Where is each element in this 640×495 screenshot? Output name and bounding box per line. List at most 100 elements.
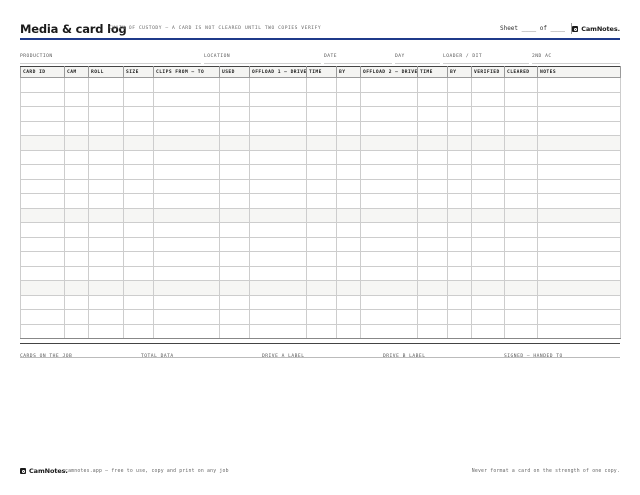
table-cell[interactable]: [306, 251, 337, 267]
table-cell[interactable]: [153, 207, 220, 223]
table-cell[interactable]: [417, 222, 448, 238]
table-cell[interactable]: [306, 178, 337, 194]
table-cell[interactable]: [360, 207, 418, 223]
table-cell[interactable]: [153, 251, 220, 267]
table-cell[interactable]: [336, 207, 361, 223]
table-cell[interactable]: [360, 323, 418, 339]
table-cell[interactable]: [504, 280, 538, 296]
table-cell[interactable]: [471, 251, 505, 267]
table-cell[interactable]: [471, 265, 505, 281]
table-cell[interactable]: [306, 120, 337, 136]
table-cell[interactable]: [471, 236, 505, 252]
table-cell[interactable]: [504, 265, 538, 281]
table-cell[interactable]: [504, 309, 538, 325]
table-cell[interactable]: [153, 77, 220, 93]
table-cell[interactable]: [219, 280, 250, 296]
table-cell[interactable]: [471, 323, 505, 339]
table-cell[interactable]: [471, 149, 505, 165]
table-cell[interactable]: [336, 164, 361, 180]
table-cell[interactable]: [336, 77, 361, 93]
second-ac-field[interactable]: 2ND AC: [532, 44, 620, 64]
table-cell[interactable]: [504, 91, 538, 107]
table-cell[interactable]: [336, 294, 361, 310]
table-cell[interactable]: [123, 193, 154, 209]
table-cell[interactable]: [417, 193, 448, 209]
table-cell[interactable]: [88, 323, 124, 339]
table-cell[interactable]: [123, 149, 154, 165]
table-cell[interactable]: [88, 106, 124, 122]
table-cell[interactable]: [249, 222, 307, 238]
table-cell[interactable]: [537, 323, 621, 339]
table-cell[interactable]: [64, 193, 89, 209]
table-cell[interactable]: [64, 222, 89, 238]
table-cell[interactable]: [471, 91, 505, 107]
table-cell[interactable]: [64, 236, 89, 252]
table-cell[interactable]: [537, 135, 621, 151]
table-cell[interactable]: [471, 178, 505, 194]
table-cell[interactable]: [417, 91, 448, 107]
table-cell[interactable]: [504, 236, 538, 252]
table-cell[interactable]: [537, 222, 621, 238]
table-cell[interactable]: [306, 91, 337, 107]
table-cell[interactable]: [471, 164, 505, 180]
table-cell[interactable]: [360, 77, 418, 93]
table-cell[interactable]: [336, 193, 361, 209]
table-cell[interactable]: [20, 207, 65, 223]
table-cell[interactable]: [64, 106, 89, 122]
table-cell[interactable]: [537, 106, 621, 122]
table-cell[interactable]: [306, 106, 337, 122]
table-cell[interactable]: [360, 178, 418, 194]
table-cell[interactable]: [336, 280, 361, 296]
table-cell[interactable]: [360, 149, 418, 165]
table-cell[interactable]: [249, 106, 307, 122]
table-cell[interactable]: [123, 251, 154, 267]
table-cell[interactable]: [471, 193, 505, 209]
table-cell[interactable]: [336, 106, 361, 122]
table-cell[interactable]: [336, 323, 361, 339]
table-cell[interactable]: [20, 309, 65, 325]
table-cell[interactable]: [471, 135, 505, 151]
table-cell[interactable]: [123, 164, 154, 180]
table-cell[interactable]: [306, 77, 337, 93]
table-cell[interactable]: [306, 309, 337, 325]
table-cell[interactable]: [249, 77, 307, 93]
table-cell[interactable]: [537, 251, 621, 267]
table-cell[interactable]: [249, 178, 307, 194]
table-cell[interactable]: [447, 294, 472, 310]
table-cell[interactable]: [219, 236, 250, 252]
table-cell[interactable]: [447, 178, 472, 194]
table-cell[interactable]: [64, 265, 89, 281]
table-cell[interactable]: [219, 207, 250, 223]
table-cell[interactable]: [504, 149, 538, 165]
table-cell[interactable]: [88, 135, 124, 151]
table-cell[interactable]: [306, 294, 337, 310]
table-cell[interactable]: [249, 294, 307, 310]
table-cell[interactable]: [360, 294, 418, 310]
table-cell[interactable]: [360, 164, 418, 180]
table-cell[interactable]: [64, 280, 89, 296]
table-cell[interactable]: [123, 120, 154, 136]
table-cell[interactable]: [504, 251, 538, 267]
table-cell[interactable]: [20, 149, 65, 165]
table-cell[interactable]: [306, 207, 337, 223]
location-field[interactable]: LOCATION: [204, 44, 321, 64]
table-cell[interactable]: [20, 91, 65, 107]
table-cell[interactable]: [249, 120, 307, 136]
table-cell[interactable]: [153, 236, 220, 252]
table-cell[interactable]: [336, 222, 361, 238]
table-cell[interactable]: [417, 265, 448, 281]
table-cell[interactable]: [219, 120, 250, 136]
table-cell[interactable]: [20, 280, 65, 296]
table-cell[interactable]: [88, 236, 124, 252]
table-cell[interactable]: [336, 236, 361, 252]
table-cell[interactable]: [153, 280, 220, 296]
table-cell[interactable]: [504, 178, 538, 194]
table-cell[interactable]: [537, 265, 621, 281]
table-cell[interactable]: [336, 178, 361, 194]
table-cell[interactable]: [153, 178, 220, 194]
table-cell[interactable]: [306, 193, 337, 209]
table-cell[interactable]: [153, 106, 220, 122]
table-cell[interactable]: [20, 251, 65, 267]
table-cell[interactable]: [64, 294, 89, 310]
table-cell[interactable]: [336, 309, 361, 325]
